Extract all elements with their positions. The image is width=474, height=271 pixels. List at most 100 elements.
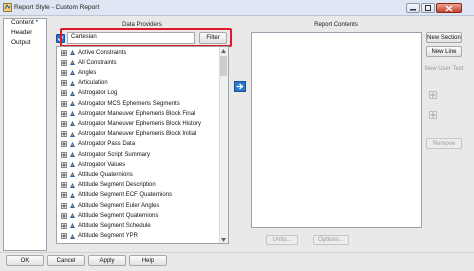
report-contents-list[interactable] xyxy=(251,32,422,228)
provider-icon xyxy=(70,172,75,178)
provider-row[interactable]: Astrogator Maneuver Ephemeris Block Init… xyxy=(57,130,196,139)
new-section-button[interactable]: New Section xyxy=(426,32,462,43)
provider-row[interactable]: Attitude Segment ECF Quaternions xyxy=(57,191,172,200)
provider-icon xyxy=(70,60,75,66)
scroll-up-arrow-icon[interactable] xyxy=(220,47,227,54)
provider-icon xyxy=(70,70,75,76)
provider-row[interactable]: Angles xyxy=(57,68,96,77)
provider-row[interactable]: All Constraints xyxy=(57,58,117,67)
report-contents-label: Report Contents xyxy=(314,22,358,28)
scroll-thumb[interactable] xyxy=(220,56,227,76)
expand-toggle-icon[interactable] xyxy=(61,90,67,97)
provider-row[interactable]: Active Constraints xyxy=(57,48,126,57)
provider-icon xyxy=(70,50,75,55)
provider-row[interactable]: Attitude Segment Description xyxy=(57,181,156,190)
provider-icon xyxy=(70,233,75,239)
units-button[interactable]: Units... xyxy=(266,235,298,245)
expand-toggle-icon[interactable] xyxy=(61,100,67,107)
provider-row-label: Angles xyxy=(78,69,97,76)
add-to-report-button[interactable] xyxy=(234,81,246,92)
provider-row-label: Active Constraints xyxy=(78,49,127,56)
expand-toggle-icon[interactable] xyxy=(61,171,67,178)
provider-list-scrollbar[interactable] xyxy=(219,47,228,243)
provider-icon xyxy=(70,111,75,117)
remove-button[interactable]: Remove xyxy=(426,138,462,149)
provider-list: Active Constraints All Constraints Angles A… xyxy=(56,46,229,244)
provider-row-label: Attitude Segment Schedule xyxy=(78,222,151,229)
nav-item-content[interactable]: Content * xyxy=(11,19,38,26)
new-user-text-button[interactable]: New User Text xyxy=(425,63,464,74)
ok-button[interactable]: OK xyxy=(6,255,44,266)
expand-toggle-icon[interactable] xyxy=(61,49,67,56)
help-button[interactable]: Help xyxy=(129,255,167,266)
provider-row[interactable]: Attitude Segment Quaternions xyxy=(57,211,158,220)
expand-toggle-icon[interactable] xyxy=(61,151,67,158)
expand-toggle-icon[interactable] xyxy=(61,233,67,240)
provider-row[interactable]: Astrogator Values xyxy=(57,160,125,169)
provider-row-label: Attitude Quaternions xyxy=(78,171,133,178)
expand-toggle-icon[interactable] xyxy=(61,80,67,87)
provider-row[interactable]: Astrogator Pass Data xyxy=(57,140,135,149)
close-button[interactable] xyxy=(436,3,462,13)
provider-row[interactable]: Astrogator MCS Ephemeris Segments xyxy=(57,99,180,108)
scroll-down-arrow-icon[interactable] xyxy=(220,236,227,243)
options-button[interactable]: Options... xyxy=(313,235,349,245)
provider-icon xyxy=(70,223,75,229)
new-line-button[interactable]: New Line xyxy=(426,46,462,57)
nav-item-output[interactable]: Output xyxy=(11,39,31,46)
provider-icon xyxy=(70,162,75,168)
provider-row[interactable]: Attitude Segment YPR xyxy=(57,232,138,241)
app-icon xyxy=(3,3,12,12)
move-down-button[interactable] xyxy=(429,111,437,119)
expand-toggle-icon[interactable] xyxy=(61,192,67,199)
provider-row[interactable]: Attitude Segment Euler Angles xyxy=(57,201,159,210)
expand-toggle-icon[interactable] xyxy=(61,110,67,117)
expand-toggle-icon[interactable] xyxy=(61,131,67,138)
expand-toggle-icon[interactable] xyxy=(61,212,67,219)
provider-icon xyxy=(70,131,75,137)
provider-row[interactable]: Attitude Segment Schedule xyxy=(57,221,151,230)
expand-toggle-icon[interactable] xyxy=(61,202,67,209)
provider-icon xyxy=(70,121,75,127)
provider-row-label: Astrogator Pass Data xyxy=(78,141,136,148)
move-up-button[interactable] xyxy=(429,91,437,99)
maximize-icon xyxy=(425,5,431,11)
expand-toggle-icon[interactable] xyxy=(61,141,67,148)
provider-row-label: Astrogator Maneuver Ephemeris Block Fina… xyxy=(78,110,196,117)
provider-row-label: Astrogator MCS Ephemeris Segments xyxy=(78,100,180,107)
provider-icon xyxy=(70,213,75,219)
provider-row-label: Attitude Segment Description xyxy=(78,182,156,189)
provider-icon xyxy=(70,152,75,157)
nav-item-header[interactable]: Header xyxy=(11,29,32,36)
provider-icon xyxy=(70,80,75,86)
expand-toggle-icon[interactable] xyxy=(61,182,67,189)
provider-row-label: Astrogator Maneuver Ephemeris Block Hist… xyxy=(78,120,202,127)
plus-icon xyxy=(430,92,436,98)
highlight-outline xyxy=(60,28,232,47)
provider-row[interactable]: Articulation xyxy=(57,79,108,88)
provider-row[interactable]: Astrogator Log xyxy=(57,89,117,98)
provider-row[interactable]: Astrogator Maneuver Ephemeris Block Hist… xyxy=(57,119,201,128)
expand-toggle-icon[interactable] xyxy=(61,120,67,127)
expand-toggle-icon[interactable] xyxy=(61,161,67,168)
expand-toggle-icon[interactable] xyxy=(61,59,67,66)
provider-row[interactable]: Attitude Quaternions xyxy=(57,170,133,179)
provider-row[interactable]: Astrogator Script Summary xyxy=(57,150,150,159)
provider-row-label: Astrogator Script Summary xyxy=(78,151,151,158)
expand-toggle-icon[interactable] xyxy=(61,69,67,76)
footer-divider xyxy=(0,252,474,253)
expand-toggle-icon[interactable] xyxy=(61,222,67,229)
provider-icon xyxy=(70,182,75,188)
arrow-right-icon xyxy=(236,83,244,90)
provider-row[interactable]: Astrogator Maneuver Ephemeris Block Fina… xyxy=(57,109,195,118)
provider-row-label: Articulation xyxy=(78,80,108,87)
provider-icon xyxy=(70,141,75,147)
maximize-button[interactable] xyxy=(421,3,435,13)
provider-row-label: Attitude Segment ECF Quaternions xyxy=(78,192,173,199)
cancel-button[interactable]: Cancel xyxy=(47,255,85,266)
close-icon xyxy=(445,4,453,12)
minimize-button[interactable] xyxy=(406,3,420,13)
apply-button[interactable]: Apply xyxy=(88,255,126,266)
provider-row-label: Attitude Segment YPR xyxy=(78,233,138,240)
provider-row-label: Attitude Segment Euler Angles xyxy=(78,202,160,209)
